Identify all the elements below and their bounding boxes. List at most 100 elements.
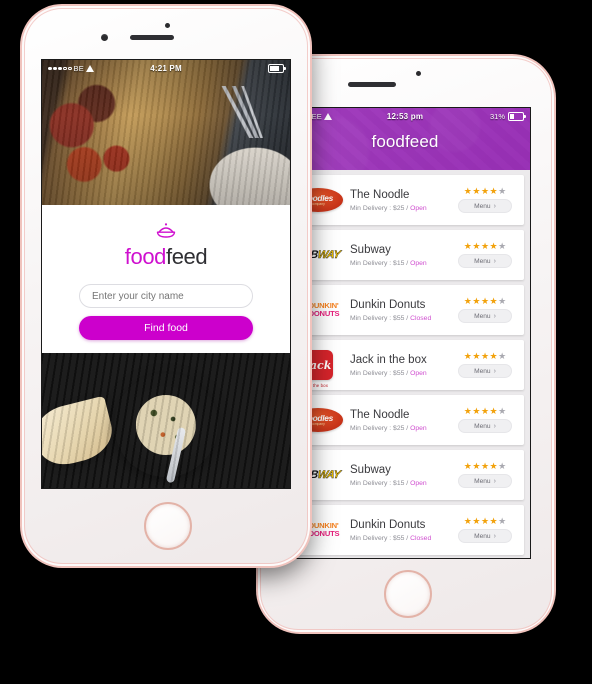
star-icon: ★ [480, 186, 490, 196]
hero-photo-bottom [42, 353, 290, 488]
restaurant-meta: Min Delivery : $25 / Open [350, 204, 427, 212]
brand-subway-b: WAY [316, 468, 341, 481]
star-icon: ★ [498, 406, 507, 416]
star-icon: ★ [480, 461, 490, 471]
find-food-button[interactable]: Find food [79, 316, 253, 340]
star-icon: ★ [498, 186, 507, 196]
menu-button[interactable]: Menu › [458, 474, 512, 488]
foodfeed-bowl-icon [155, 221, 177, 239]
star-icon: ★ [498, 516, 507, 526]
star-icon: ★ [489, 406, 498, 416]
chevron-right-icon: › [493, 257, 496, 265]
menu-button-label: Menu [474, 257, 491, 265]
rice-bowl-decor [114, 373, 218, 483]
menu-button[interactable]: Menu › [458, 309, 512, 323]
restaurant-name: Dunkin Donuts [350, 299, 426, 312]
restaurant-name: The Noodle [350, 409, 410, 422]
chevron-right-icon: › [493, 422, 496, 430]
status-badge: Open [410, 479, 427, 487]
home-button-back[interactable] [384, 570, 432, 618]
status-badge: Open [410, 369, 427, 377]
naan-bread-decor [42, 395, 118, 471]
star-icon: ★ [472, 461, 481, 471]
rating-stars: ★ ★ ★ ★ ★ [464, 517, 506, 526]
home-button-front[interactable] [144, 502, 192, 550]
menu-button[interactable]: Menu › [458, 199, 512, 213]
restaurant-actions: ★ ★ ★ ★ ★ Menu › [453, 297, 517, 323]
app-header: EE 12:53 pm 31% foodfeed [280, 108, 530, 170]
restaurant-row[interactable]: DUNKIN' DONUTS Dunkin Donuts Min Delivery :… [286, 505, 524, 555]
menu-button[interactable]: Menu › [458, 419, 512, 433]
restaurant-name: Subway [350, 244, 391, 257]
wordmark-food: food [124, 244, 167, 269]
restaurant-row[interactable]: noodles company The Noodle Min Delivery : $… [286, 175, 524, 225]
restaurant-row[interactable]: SUBWAYSubwayMin Delivery : $15 / Open★★★… [286, 450, 524, 500]
star-icon: ★ [472, 241, 481, 251]
brand-subway-b: WAY [316, 248, 341, 261]
star-icon: ★ [463, 461, 472, 471]
star-icon: ★ [472, 406, 481, 416]
app-wordmark: foodfeed [124, 244, 208, 270]
front-camera-icon [101, 34, 108, 41]
restaurant-info: Subway Min Delivery : $15 / Open [344, 463, 453, 486]
star-icon: ★ [480, 406, 490, 416]
restaurant-actions: ★ ★ ★ ★ ★ Menu › [453, 187, 517, 213]
status-bar-front: BE 4:21 PM [42, 60, 290, 77]
menu-button[interactable]: Menu › [458, 254, 512, 268]
restaurant-row[interactable]: SUBWAYSubwayMin Delivery : $15 / Open★★★… [286, 230, 524, 280]
city-name-input[interactable] [79, 284, 253, 308]
star-icon: ★ [472, 186, 481, 196]
status-badge: Closed [410, 534, 432, 542]
battery-percent-label: 31% [490, 112, 506, 121]
star-icon: ★ [498, 461, 507, 471]
wifi-icon [323, 113, 332, 120]
restaurant-info: Dunkin Donuts Min Delivery : $55 / Closed [344, 298, 453, 321]
status-right-back: 31% [423, 112, 527, 121]
chevron-right-icon: › [493, 367, 496, 375]
restaurant-row[interactable]: Jack in the box Jack in the box Min Deliver… [286, 340, 524, 390]
star-icon: ★ [498, 351, 507, 361]
star-icon: ★ [489, 241, 498, 251]
restaurant-meta: Min Delivery : $55 / Open [350, 369, 427, 377]
star-icon: ★ [489, 461, 498, 471]
battery-icon-front [268, 64, 287, 73]
cutlery-decor-icon [204, 86, 278, 138]
star-icon: ★ [489, 351, 498, 361]
screen-front: BE 4:21 PM foodfeed Enter your city name… [42, 60, 290, 488]
chevron-right-icon: › [493, 312, 496, 320]
restaurant-actions: ★ ★ ★ ★ ★ Menu › [453, 242, 517, 268]
restaurant-list[interactable]: noodles company The Noodle Min Delivery : $… [280, 170, 530, 558]
brand-dunkin-b: DONUTS [308, 529, 340, 538]
carrier-label-back: EE [311, 112, 322, 121]
restaurant-row[interactable]: DUNKIN' DONUTS Dunkin Donuts Min Delivery :… [286, 285, 524, 335]
status-right-front [182, 64, 287, 73]
restaurant-info: The Noodle Min Delivery : $25 / Open [344, 188, 453, 211]
earpiece-speaker-icon [130, 35, 174, 40]
menu-button[interactable]: Menu › [458, 364, 512, 378]
restaurant-name: Subway [350, 464, 391, 477]
wifi-icon [85, 65, 94, 72]
menu-button[interactable]: Menu › [458, 529, 512, 543]
battery-icon-back [508, 112, 527, 121]
menu-button-label: Menu [474, 477, 491, 485]
restaurant-actions: ★ ★ ★ ★ ★ Menu › [453, 517, 517, 543]
menu-button-label: Menu [474, 422, 491, 430]
rating-stars: ★ ★ ★ ★ ★ [464, 407, 506, 416]
clock-back: 12:53 pm [386, 112, 424, 121]
restaurant-row[interactable]: noodles company The Noodle Min Delivery : $… [286, 395, 524, 445]
star-icon: ★ [489, 186, 498, 196]
status-badge: Closed [410, 314, 432, 322]
restaurant-meta: Min Delivery : $25 / Open [350, 424, 427, 432]
wordmark-feed: feed [166, 244, 208, 269]
rating-stars: ★ ★ ★ ★ ★ [464, 462, 506, 471]
rating-stars: ★ ★ ★ ★ ★ [464, 297, 506, 306]
chevron-right-icon: › [493, 532, 496, 540]
chevron-right-icon: › [493, 202, 496, 210]
rating-stars: ★ ★ ★ ★ ★ [464, 352, 506, 361]
carrier-label-front: BE [73, 64, 84, 73]
star-icon: ★ [489, 516, 498, 526]
phone-device-front: BE 4:21 PM foodfeed Enter your city name… [22, 6, 310, 566]
status-badge: Open [410, 259, 427, 267]
brand-noodles-sub: company [311, 201, 325, 206]
login-card: foodfeed Find food [42, 205, 290, 353]
